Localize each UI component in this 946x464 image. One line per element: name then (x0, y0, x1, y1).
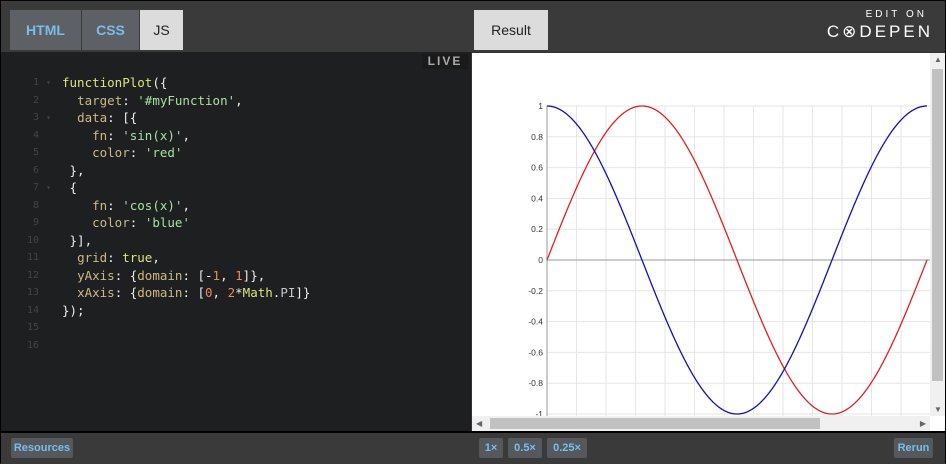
horizontal-scrollbar[interactable]: ◀ ▶ (472, 416, 930, 431)
y-tick-label: 0.4 (531, 193, 543, 203)
line-number: 4 (32, 129, 39, 141)
tab-js[interactable]: JS (140, 10, 183, 50)
code-line: color: 'red' (92, 145, 183, 160)
code-line: data: [{ (77, 110, 138, 125)
fold-arrow-icon[interactable]: ▾ (46, 109, 51, 127)
line-number: 5 (32, 147, 39, 158)
line-number: 10 (26, 234, 39, 246)
line-number: 7 ▾ (1, 179, 51, 197)
y-tick-label: -0.6 (528, 347, 543, 357)
line-number: 12 (26, 269, 39, 281)
zoom-1x-button[interactable]: 1× (479, 438, 503, 458)
y-tick-label: 0 (538, 255, 543, 265)
code-line: { (62, 180, 78, 195)
line-number: 16 (26, 339, 39, 351)
vertical-scrollbar[interactable]: ▲ ▼ (930, 53, 945, 416)
fold-arrow-icon[interactable]: ▾ (46, 179, 51, 197)
code-line: functionPlot({ (62, 75, 168, 90)
line-number: 3 ▾ (1, 109, 51, 127)
tab-css[interactable]: CSS (82, 10, 139, 50)
code-line: fn: 'sin(x)', (92, 127, 190, 143)
zoom-05x-button[interactable]: 0.5× (508, 438, 542, 458)
y-tick-label: -0.8 (528, 378, 543, 388)
function-plot[interactable]: 1 0.8 0.6 0.4 0.2 0 -0.2 -0.4 -0.6 -0.8 -1 (472, 53, 930, 416)
vertical-scroll-thumb[interactable] (932, 69, 943, 381)
y-tick-label: 1 (538, 101, 543, 111)
code-line: grid: true, (77, 250, 160, 265)
line-number: 14 (26, 304, 39, 316)
y-tick-label: 0.2 (531, 224, 543, 234)
js-editor[interactable]: 1 ▾ 2 3 ▾ 4 5 6 7 ▾ 8 9 10 11 12 13 14 15 1… (1, 52, 471, 431)
line-number-gutter: 1 ▾ 2 3 ▾ 4 5 6 7 ▾ 8 9 10 11 12 13 14 15 1… (1, 74, 51, 354)
top-bar: HTML CSS JS Result EDIT ON C⊗DEPEN (1, 1, 945, 52)
scroll-right-icon[interactable]: ▶ (920, 419, 926, 428)
horizontal-scroll-thumb[interactable] (490, 418, 820, 429)
code-content[interactable]: functionPlot({ target: '#myFunction', da… (62, 74, 310, 319)
live-badge: LIVE (422, 54, 468, 69)
result-pane: 1 0.8 0.6 0.4 0.2 0 -0.2 -0.4 -0.6 -0.8 -1 ▲ ▼ ◀ ▶ (472, 53, 945, 431)
tab-html[interactable]: HTML (10, 10, 81, 50)
rerun-button[interactable]: Rerun (894, 438, 933, 458)
code-line: target: '#myFunction', (77, 92, 243, 108)
line-number: 8 (32, 199, 39, 211)
edit-on-label: EDIT ON (865, 9, 927, 20)
line-number: 13 (26, 287, 39, 298)
scroll-up-icon[interactable]: ▲ (934, 55, 942, 64)
edit-on-codepen-link[interactable]: EDIT ON C⊗DEPEN (827, 9, 933, 42)
code-line: color: 'blue' (92, 215, 190, 230)
zoom-025x-button[interactable]: 0.25× (547, 438, 587, 458)
resources-button[interactable]: Resources (11, 438, 73, 458)
codepen-logo: C⊗DEPEN (826, 22, 933, 41)
code-line: xAxis: {domain: [0, 2*Math.PI]} (77, 285, 311, 300)
line-number: 6 (32, 164, 39, 176)
y-tick-label: 0.6 (531, 163, 543, 173)
codepen-embed: HTML CSS JS Result EDIT ON C⊗DEPEN 1 ▾ 2 … (0, 0, 946, 464)
bottom-bar: Resources 1× 0.5× 0.25× Rerun (1, 431, 945, 464)
code-line: }], (62, 232, 93, 248)
line-number: 2 (32, 94, 39, 106)
y-tick-label: -0.2 (528, 286, 543, 296)
tab-result[interactable]: Result (474, 10, 548, 50)
line-number: 15 (26, 322, 39, 333)
line-number: 1 ▾ (1, 74, 51, 92)
y-tick-label: -1 (535, 409, 543, 416)
fold-arrow-icon[interactable]: ▾ (46, 74, 51, 92)
code-line: }); (62, 302, 85, 318)
line-number: 11 (26, 252, 39, 263)
code-line: fn: 'cos(x)', (92, 197, 190, 213)
code-line: yAxis: {domain: [-1, 1]}, (77, 267, 266, 283)
code-line: }, (62, 162, 85, 178)
line-number: 9 (32, 217, 39, 228)
y-tick-label: 0.8 (531, 132, 543, 142)
y-tick-label: -0.4 (528, 317, 543, 327)
scroll-down-icon[interactable]: ▼ (934, 405, 942, 414)
scroll-left-icon[interactable]: ◀ (476, 419, 482, 428)
